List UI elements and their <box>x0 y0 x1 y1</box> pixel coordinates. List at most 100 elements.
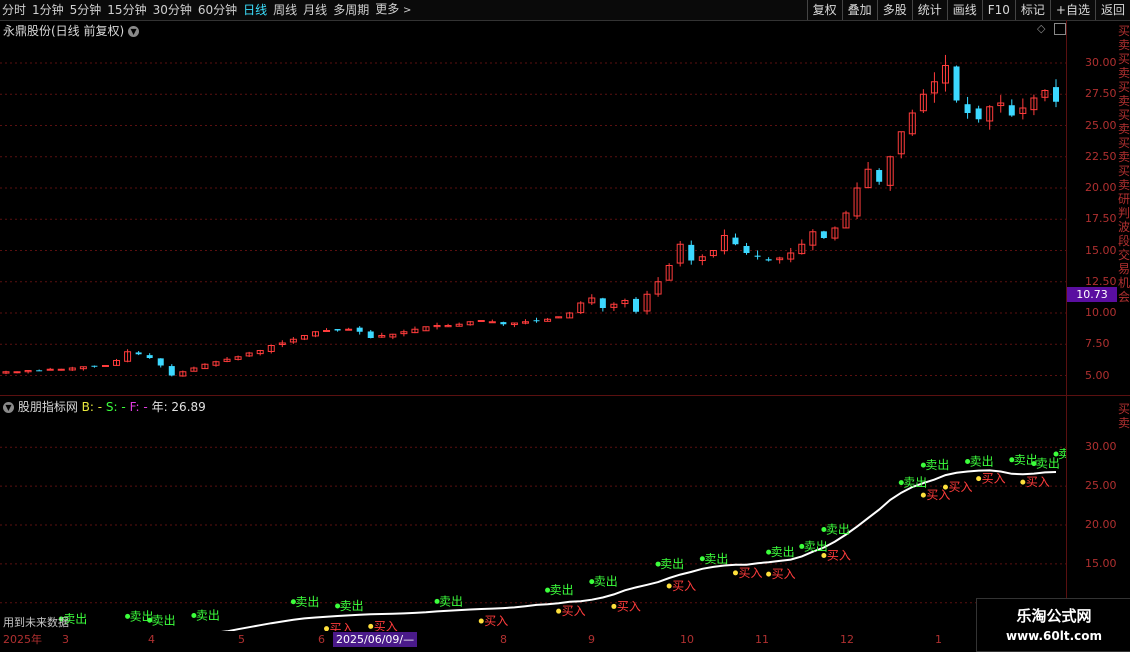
mark-button[interactable]: 标记 <box>1014 0 1050 20</box>
candle-body-up <box>477 320 485 322</box>
date-tick-label: 4 <box>148 633 155 646</box>
candle-body-down <box>146 355 153 358</box>
candle-body-down <box>91 365 98 367</box>
buy-signal-dot <box>1020 479 1026 485</box>
buy-signal-label: 买入 <box>948 480 972 494</box>
candle-body-down <box>168 366 175 376</box>
tab-period-4[interactable]: 30分钟 <box>153 0 198 20</box>
candle-body-down <box>688 244 695 261</box>
sell-signal-label: 卖出 <box>970 454 994 468</box>
site-watermark: 乐淘公式网 www.60lt.com <box>976 598 1130 652</box>
date-cursor-label: 2025/06/09/— <box>333 632 418 647</box>
date-tick-label: 8 <box>500 633 507 646</box>
chevron-down-icon[interactable]: ▼ <box>3 402 14 413</box>
add-watchlist-button[interactable]: +自选 <box>1049 0 1095 20</box>
candle-body-down <box>1053 87 1059 102</box>
sell-signal-label: 卖出 <box>594 575 618 589</box>
buy-signal-label: 买入 <box>672 579 696 593</box>
buy-signal-label: 买入 <box>484 614 508 628</box>
buy-signal-label: 买入 <box>926 488 950 502</box>
price-tick-label: 17.50 <box>1085 212 1117 226</box>
buy-signal-label: 买入 <box>738 566 762 580</box>
indicator-tick-label: 20.00 <box>1085 518 1117 531</box>
date-tick-label: 5 <box>238 633 245 646</box>
buy-signal-dot <box>942 484 948 490</box>
tab-period-3[interactable]: 15分钟 <box>107 0 152 20</box>
candle-body-down <box>356 327 363 332</box>
indicator-chart: 卖出卖出卖出卖出卖出卖出卖出卖出卖出卖出卖出卖出卖出卖出卖出卖出卖出卖出卖出卖出… <box>0 446 1066 631</box>
candle-body-down <box>157 358 164 366</box>
date-tick-label: 3 <box>62 633 69 646</box>
sell-signal-label: 卖出 <box>295 595 319 609</box>
overlay-button[interactable]: 叠加 <box>841 0 877 20</box>
tab-period-2[interactable]: 5分钟 <box>70 0 108 20</box>
candle-body-down <box>820 231 827 238</box>
buy-signal-dot <box>478 618 484 624</box>
buy-signal-label: 买入 <box>330 622 354 631</box>
date-tick-label: 6 <box>318 633 325 646</box>
buy-signal-dot <box>821 552 827 558</box>
candle-body-down <box>975 108 982 120</box>
sell-signal-label: 卖出 <box>340 599 364 613</box>
tab-more-label: 更多 <box>375 2 400 16</box>
candle-body-up <box>345 328 353 331</box>
tab-period-1[interactable]: 1分钟 <box>32 0 70 20</box>
tab-period-daily[interactable]: 日线 <box>243 0 273 20</box>
candle-body-down <box>964 104 971 113</box>
price-tick-label: 12.50 <box>1085 274 1117 288</box>
buy-signal-dot <box>666 583 672 589</box>
current-price-marker: 10.73 <box>1067 287 1117 302</box>
candle-body-down <box>876 170 883 182</box>
price-tick-label: 5.00 <box>1085 368 1110 382</box>
b-value: B: - <box>81 400 103 414</box>
candle-body-up <box>46 368 54 371</box>
buy-signal-label: 买入 <box>562 604 586 618</box>
buy-signal-dot <box>732 570 738 576</box>
back-button[interactable]: 返回 <box>1094 0 1130 20</box>
sell-signal-label: 卖出 <box>152 613 176 627</box>
price-tick-label: 22.50 <box>1085 149 1117 163</box>
candle-body-down <box>599 298 606 308</box>
candle-body-down <box>500 322 507 325</box>
buy-signal-dot <box>976 476 982 482</box>
buy-signal-dot <box>920 492 926 498</box>
tab-more[interactable]: 更多 > <box>375 0 417 21</box>
candle-body-down <box>367 331 374 338</box>
sell-signal-label: 卖出 <box>925 458 949 472</box>
watermark-url: www.60lt.com <box>1005 629 1103 643</box>
sell-signal-label: 卖出 <box>903 476 927 490</box>
f10-button[interactable]: F10 <box>981 0 1015 20</box>
sell-signal-label: 卖出 <box>826 522 850 536</box>
draw-line-button[interactable]: 画线 <box>946 0 982 20</box>
buy-signal-dot <box>611 603 617 609</box>
period-toolbar: 分时 1分钟 5分钟 15分钟 30分钟 60分钟 日线 周线 月线 多周期 更… <box>0 0 1130 21</box>
sell-signal-label: 卖出 <box>196 608 220 622</box>
tab-period-7[interactable]: 周线 <box>273 0 303 20</box>
indicator-tick-label: 25.00 <box>1085 479 1117 493</box>
stats-button[interactable]: 统计 <box>911 0 947 20</box>
sell-signal-label: 卖出 <box>439 594 463 608</box>
s-value: S: - <box>105 400 126 414</box>
sell-signal-label: 卖出 <box>1058 447 1066 461</box>
price-tick-label: 30.00 <box>1085 56 1117 69</box>
date-tick-label: 1 <box>935 633 942 646</box>
f-value: F: - <box>129 400 148 414</box>
multi-stock-button[interactable]: 多股 <box>876 0 912 20</box>
main-side-text: 买卖买卖买卖买卖买卖买卖研判波段交易机会 <box>1118 24 1130 304</box>
candle-body-down <box>36 370 43 372</box>
price-tick-label: 25.00 <box>1085 118 1117 132</box>
tab-period-0[interactable]: 分时 <box>2 0 32 20</box>
candle-body-up <box>323 330 331 332</box>
sell-signal-label: 卖出 <box>771 545 795 559</box>
buy-signal-label: 买入 <box>827 548 851 562</box>
indicator-side-text: 买卖 <box>1118 402 1130 430</box>
indicator-tick-label: 30.00 <box>1085 440 1117 454</box>
buy-signal-label: 买入 <box>617 599 641 613</box>
tab-period-9[interactable]: 多周期 <box>333 0 375 20</box>
candle-body-down <box>732 237 739 245</box>
fuquan-button[interactable]: 复权 <box>806 0 842 20</box>
candle-body-up <box>13 371 21 374</box>
tab-period-5[interactable]: 60分钟 <box>198 0 243 20</box>
tab-period-8[interactable]: 月线 <box>303 0 333 20</box>
candle-body-down <box>743 245 750 253</box>
